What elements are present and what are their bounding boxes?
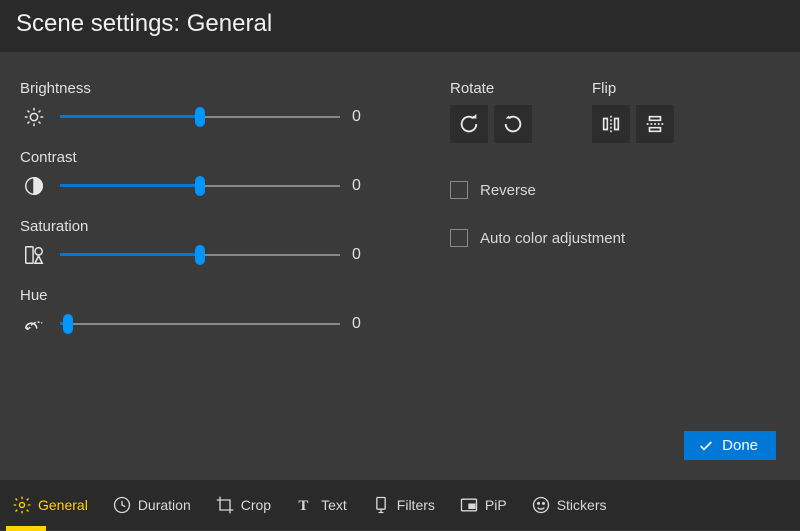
contrast-icon	[20, 174, 48, 198]
reverse-checkbox[interactable]: Reverse	[450, 181, 780, 199]
tab-label: Crop	[241, 497, 271, 513]
page-title: Scene settings: General	[0, 0, 800, 52]
tab-label: Stickers	[557, 497, 607, 513]
tab-label: General	[38, 497, 88, 513]
crop-icon	[215, 495, 235, 515]
flip-horizontal-button[interactable]	[592, 105, 630, 143]
tab-bar: General Duration Crop T Text Filters PiP	[0, 480, 800, 530]
brightness-label: Brightness	[20, 80, 420, 97]
reverse-label: Reverse	[480, 182, 536, 199]
text-icon: T	[295, 495, 315, 515]
autocolor-label: Auto color adjustment	[480, 230, 625, 247]
tab-label: Filters	[397, 497, 435, 513]
checkbox-box-icon	[450, 229, 468, 247]
flip-vertical-button[interactable]	[636, 105, 674, 143]
svg-text:T: T	[298, 498, 308, 514]
contrast-thumb[interactable]	[195, 176, 205, 196]
tab-text[interactable]: T Text	[293, 491, 349, 519]
done-label: Done	[722, 437, 758, 454]
done-button[interactable]: Done	[684, 431, 776, 460]
tab-pip[interactable]: PiP	[457, 491, 509, 519]
tab-label: PiP	[485, 497, 507, 513]
filters-icon	[371, 495, 391, 515]
tab-label: Text	[321, 497, 347, 513]
saturation-value: 0	[352, 246, 382, 264]
saturation-slider[interactable]	[60, 245, 340, 265]
tab-filters[interactable]: Filters	[369, 491, 437, 519]
hue-label: Hue	[20, 287, 420, 304]
hue-slider[interactable]	[60, 314, 340, 334]
brightness-value: 0	[352, 108, 382, 126]
clock-icon	[112, 495, 132, 515]
gear-icon	[12, 495, 32, 515]
hue-value: 0	[352, 315, 382, 333]
checkbox-box-icon	[450, 181, 468, 199]
saturation-icon	[20, 243, 48, 267]
brightness-icon	[20, 105, 48, 129]
contrast-group: Contrast 0	[20, 149, 420, 198]
rotate-label: Rotate	[450, 80, 532, 97]
autocolor-checkbox[interactable]: Auto color adjustment	[450, 229, 780, 247]
check-icon	[698, 438, 714, 454]
pip-icon	[459, 495, 479, 515]
hue-icon	[20, 312, 48, 336]
rotate-group: Rotate	[450, 80, 532, 143]
brightness-thumb[interactable]	[195, 107, 205, 127]
sticker-icon	[531, 495, 551, 515]
tab-stickers[interactable]: Stickers	[529, 491, 609, 519]
flip-label: Flip	[592, 80, 674, 97]
tab-general[interactable]: General	[10, 491, 90, 519]
rotate-cw-button[interactable]	[450, 105, 488, 143]
tab-crop[interactable]: Crop	[213, 491, 273, 519]
tab-duration[interactable]: Duration	[110, 491, 193, 519]
saturation-label: Saturation	[20, 218, 420, 235]
flip-group: Flip	[592, 80, 674, 143]
saturation-group: Saturation 0	[20, 218, 420, 267]
hue-group: Hue 0	[20, 287, 420, 336]
saturation-thumb[interactable]	[195, 245, 205, 265]
brightness-group: Brightness 0	[20, 80, 420, 129]
contrast-slider[interactable]	[60, 176, 340, 196]
brightness-slider[interactable]	[60, 107, 340, 127]
rotate-ccw-button[interactable]	[494, 105, 532, 143]
contrast-label: Contrast	[20, 149, 420, 166]
hue-thumb[interactable]	[63, 314, 73, 334]
contrast-value: 0	[352, 177, 382, 195]
tab-label: Duration	[138, 497, 191, 513]
